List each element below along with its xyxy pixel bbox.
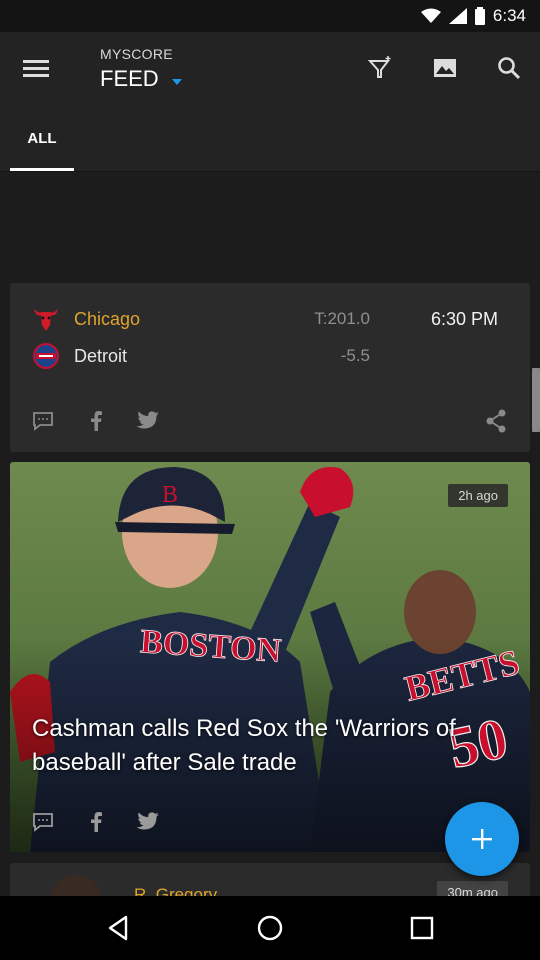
game-time: 6:30 PM [430,308,498,329]
image-icon[interactable] [425,48,465,88]
spread-line: -5.5 [340,346,370,365]
toolbar-overline: MYSCORE [100,46,173,62]
recents-icon[interactable] [402,908,442,948]
home-icon[interactable] [250,908,290,948]
toolbar: MYSCORE FEED [0,32,540,104]
wifi-icon [420,8,441,24]
news-image: B [10,462,530,852]
twitter-icon[interactable] [130,804,166,840]
feed-list[interactable]: Chicago T:201.0 6:30 PM Detroit -5.5 BOS… [0,172,540,896]
facebook-icon[interactable] [78,804,114,840]
pistons-logo [32,342,60,370]
share-icon[interactable] [478,403,514,439]
comment-icon[interactable] [25,403,61,439]
app-screen: 6:34 MYSCORE FEED ALL Chicago T:201.0 6:… [0,0,540,960]
comment-icon[interactable] [25,804,61,840]
player-card[interactable]: R. Gregory 30m ago [10,863,530,896]
tab-indicator [10,168,74,171]
bulls-logo [32,305,60,333]
filter-plus-icon[interactable] [361,48,401,88]
add-fab-button[interactable] [445,802,519,876]
news-headline[interactable]: Cashman calls Red Sox the 'Warriors of b… [32,712,502,780]
player-name: R. Gregory [134,885,218,896]
plus-icon [472,829,492,849]
menu-icon[interactable] [16,48,56,88]
scrollbar-thumb[interactable] [532,368,540,432]
total-line: T:201.0 [314,309,370,328]
away-team-name: Detroit [74,345,128,366]
news-age-badge: 2h ago [448,484,508,507]
home-team-row: Chicago T:201.0 6:30 PM [10,301,530,337]
status-bar: 6:34 [0,0,540,32]
status-time: 6:34 [492,6,526,25]
signal-icon [448,8,467,24]
player-age-badge: 30m ago [437,881,508,896]
battery-icon [474,7,485,25]
home-team-name: Chicago [74,308,141,329]
player-avatar [50,875,102,896]
away-team-row: Detroit -5.5 [10,338,530,374]
toolbar-title: FEED [100,66,159,91]
feed-selector[interactable]: MYSCORE FEED [100,46,183,92]
tab-all[interactable]: ALL [10,104,74,172]
tab-bar: ALL [0,104,540,172]
twitter-icon[interactable] [130,403,166,439]
game-actions [10,401,530,441]
search-icon[interactable] [489,48,529,88]
dropdown-arrow-icon [171,66,183,92]
game-card[interactable]: Chicago T:201.0 6:30 PM Detroit -5.5 [10,283,530,452]
facebook-icon[interactable] [78,403,114,439]
system-nav-bar [0,896,540,960]
back-icon[interactable] [98,908,138,948]
news-card[interactable]: B BOSTON BETTS 50 2h ago Cashman calls R… [10,462,530,852]
